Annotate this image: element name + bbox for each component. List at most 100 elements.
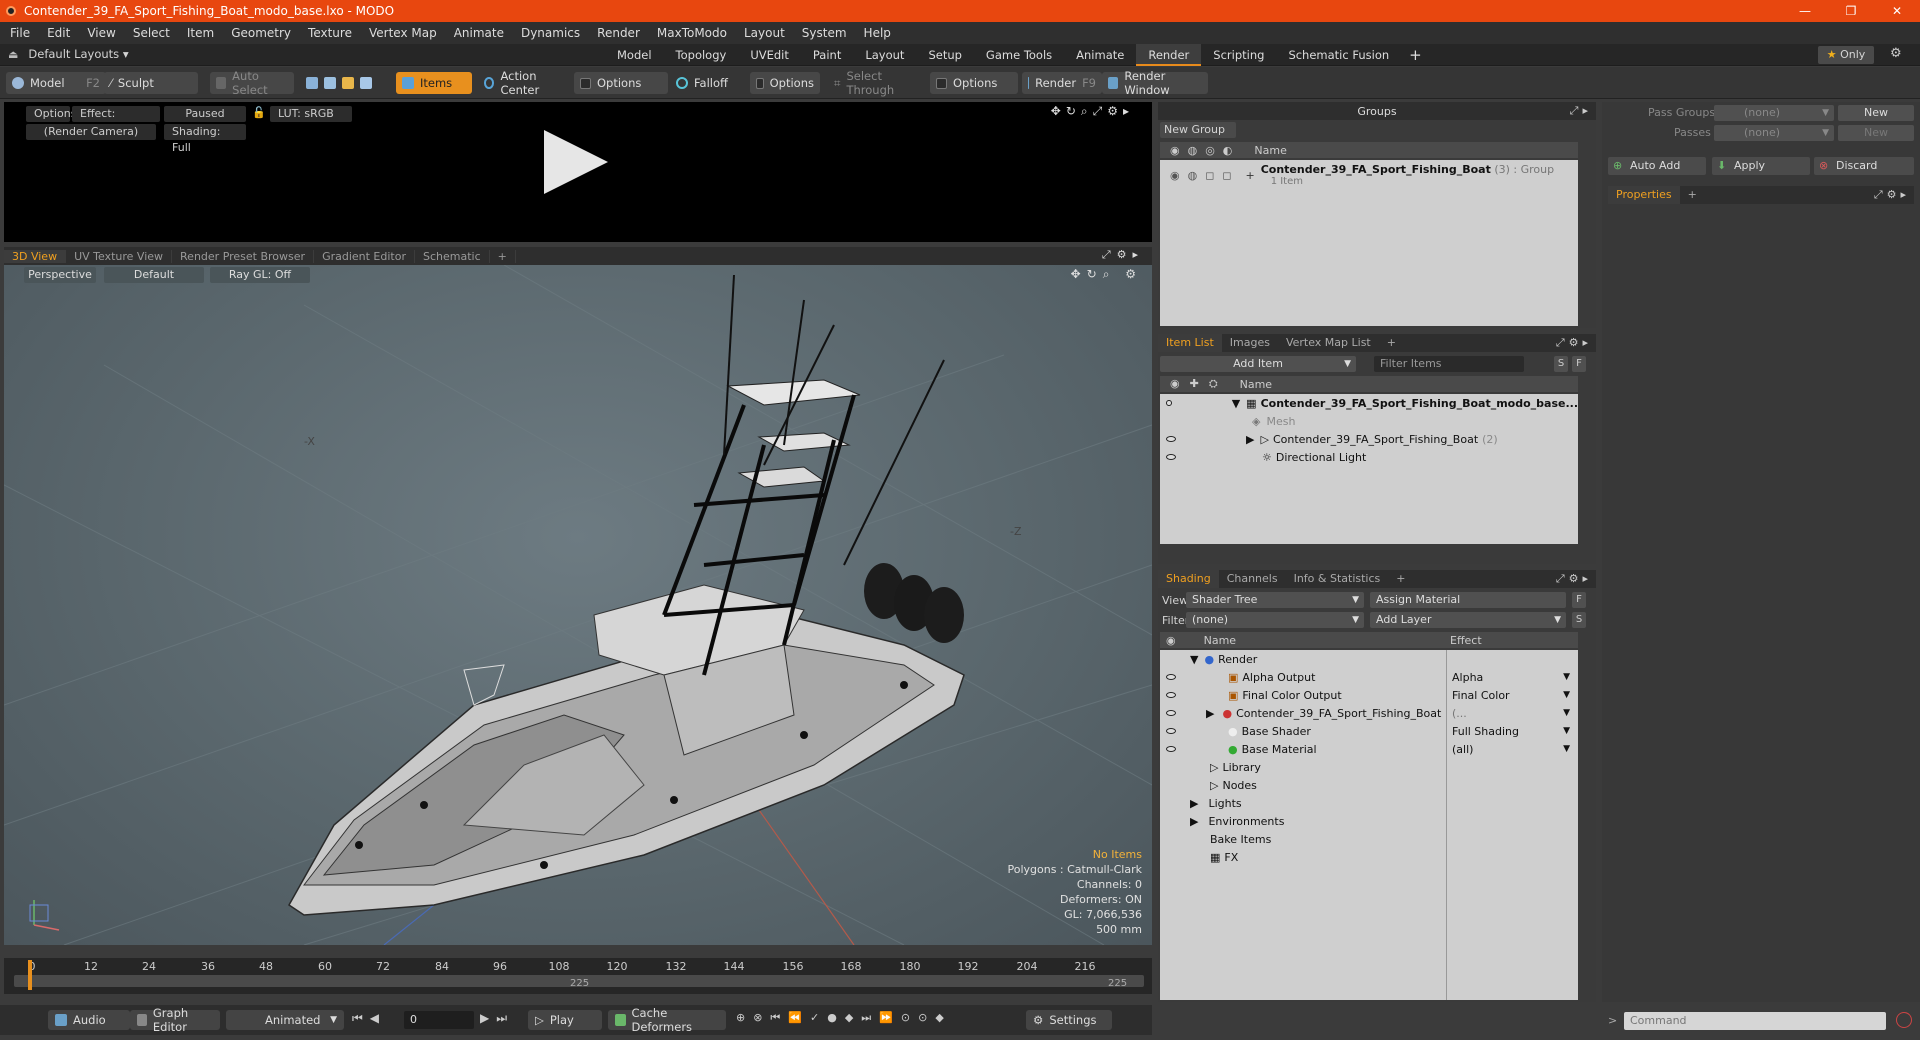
shader-row[interactable]: ▣ Final Color Output Final Color ▼ bbox=[1160, 686, 1578, 704]
render-window-button[interactable]: Render Window bbox=[1102, 69, 1208, 97]
shader-row[interactable]: ▶ Lights bbox=[1160, 794, 1578, 812]
play-button[interactable]: ▷ Play bbox=[528, 1010, 602, 1030]
list-item[interactable]: ◈ Mesh bbox=[1160, 412, 1578, 430]
settings-button[interactable]: ⚙ Settings bbox=[1026, 1010, 1112, 1030]
shader-row[interactable]: ▣ Alpha Output Alpha ▼ bbox=[1160, 668, 1578, 686]
shader-row[interactable]: ▷ Library bbox=[1160, 758, 1578, 776]
f-button[interactable]: F bbox=[1572, 592, 1586, 608]
menu-item[interactable]: Item bbox=[187, 26, 214, 40]
column-icons[interactable]: ◉✚⛭ bbox=[1170, 377, 1228, 391]
tab-schematic-fusion[interactable]: Schematic Fusion bbox=[1276, 44, 1401, 66]
add-tab-button[interactable]: + bbox=[1401, 44, 1430, 66]
tab-topology[interactable]: Topology bbox=[664, 44, 739, 66]
new-pass-button[interactable]: New bbox=[1838, 125, 1914, 141]
eye-icon[interactable] bbox=[1166, 674, 1176, 680]
layout-selector[interactable]: Default Layouts ▾ bbox=[28, 47, 128, 61]
options-button-3[interactable]: Options bbox=[930, 72, 1018, 94]
key-tools-icons[interactable]: ⊕⊗⏮⏪✓●◆⏭⏩⊙⊙◆ bbox=[736, 1011, 952, 1025]
command-input[interactable]: Command bbox=[1624, 1012, 1886, 1030]
tab-render-preset-browser[interactable]: Render Preset Browser bbox=[172, 249, 315, 263]
discard-button[interactable]: ⊗ Discard bbox=[1814, 157, 1914, 175]
menu-help[interactable]: Help bbox=[864, 26, 891, 40]
materials-mode-icon[interactable] bbox=[360, 77, 372, 89]
chevron-down-icon[interactable]: ▼ bbox=[1563, 708, 1570, 718]
select-through-button[interactable]: ⌗ Select Through bbox=[828, 69, 928, 97]
menu-vertex-map[interactable]: Vertex Map bbox=[369, 26, 437, 40]
timeline[interactable]: 0 12 24 36 48 60 72 84 96 108 120 132 14… bbox=[4, 958, 1152, 994]
expand-icon[interactable]: + bbox=[1245, 169, 1254, 182]
viewport-tab-icons[interactable]: ⤢⚙▸ bbox=[1102, 248, 1144, 262]
shader-row[interactable]: Bake Items bbox=[1160, 830, 1578, 848]
tab-paint[interactable]: Paint bbox=[801, 44, 853, 66]
tab-vertex-map-list[interactable]: Vertex Map List bbox=[1278, 334, 1379, 352]
polygons-mode-icon[interactable] bbox=[342, 77, 354, 89]
menu-view[interactable]: View bbox=[87, 26, 115, 40]
menu-dynamics[interactable]: Dynamics bbox=[521, 26, 580, 40]
3d-viewport[interactable]: -X -Z Perspective Default Ray GL: Off ✥↻… bbox=[4, 265, 1152, 945]
group-row[interactable]: ◉◍◻◻ + Contender_39_FA_Sport_Fishing_Boa… bbox=[1160, 160, 1578, 190]
audio-button[interactable]: Audio bbox=[48, 1010, 130, 1030]
shader-effect[interactable]: Final Color bbox=[1452, 689, 1510, 702]
items-mode-button[interactable]: Items bbox=[396, 72, 472, 94]
tab-render[interactable]: Render bbox=[1136, 44, 1202, 66]
vertices-mode-icon[interactable] bbox=[306, 77, 318, 89]
tab-layout[interactable]: Layout bbox=[853, 44, 916, 66]
tab-schematic[interactable]: Schematic bbox=[415, 249, 490, 263]
only-button[interactable]: ★ Only bbox=[1818, 46, 1874, 64]
item-list[interactable]: ▼ ▦ Contender_39_FA_Sport_Fishing_Boat_mod… bbox=[1160, 394, 1578, 544]
eye-icon[interactable] bbox=[1166, 436, 1176, 442]
transport-buttons-left[interactable]: ⏮◀ bbox=[352, 1011, 386, 1026]
groups-list[interactable]: ◉◍◻◻ + Contender_39_FA_Sport_Fishing_Boa… bbox=[1160, 160, 1578, 326]
preview-effect-dropdown[interactable]: Effect: (Shadi... bbox=[72, 106, 160, 136]
menu-select[interactable]: Select bbox=[133, 26, 170, 40]
chevron-down-icon[interactable]: ▼ bbox=[1563, 726, 1570, 736]
play-icon[interactable] bbox=[544, 130, 608, 194]
falloff-button[interactable]: Falloff bbox=[670, 72, 748, 94]
cache-deformers-button[interactable]: Cache Deformers bbox=[608, 1006, 726, 1034]
tab-model[interactable]: Model bbox=[605, 44, 664, 66]
shader-effect[interactable]: (... bbox=[1452, 707, 1467, 720]
tab-uvedit[interactable]: UVEdit bbox=[738, 44, 801, 66]
tab-3d-view[interactable]: 3D View bbox=[4, 249, 67, 263]
shader-row[interactable]: ▼ ● Render bbox=[1160, 650, 1578, 668]
shader-row[interactable]: ● Base Material (all) ▼ bbox=[1160, 740, 1578, 758]
preview-paused-button[interactable]: Paused bbox=[164, 106, 246, 122]
apply-button[interactable]: ⬇ Apply bbox=[1712, 157, 1810, 175]
add-item-dropdown[interactable]: Add Item ▼ bbox=[1160, 356, 1356, 372]
filter-dropdown[interactable]: (none) ▼ bbox=[1186, 612, 1364, 628]
tab-scripting[interactable]: Scripting bbox=[1201, 44, 1276, 66]
edges-mode-icon[interactable] bbox=[324, 77, 336, 89]
tab-images[interactable]: Images bbox=[1222, 334, 1278, 352]
menu-render[interactable]: Render bbox=[597, 26, 640, 40]
raygl-dropdown[interactable]: Ray GL: Off bbox=[210, 267, 310, 283]
menu-maxtomodo[interactable]: MaxToModo bbox=[657, 26, 727, 40]
collapse-icon[interactable]: ▼ bbox=[1232, 397, 1240, 410]
tab-animate[interactable]: Animate bbox=[1064, 44, 1136, 66]
menu-edit[interactable]: Edit bbox=[47, 26, 70, 40]
stop-icon[interactable] bbox=[1896, 1012, 1912, 1028]
options-button-1[interactable]: Options bbox=[574, 72, 668, 94]
chevron-down-icon[interactable]: ▼ bbox=[1563, 744, 1570, 754]
tab-info-statistics[interactable]: Info & Statistics bbox=[1286, 570, 1389, 588]
action-center-button[interactable]: Action Center bbox=[478, 69, 570, 97]
eye-icon[interactable] bbox=[1166, 454, 1176, 460]
expand-icon[interactable]: ▶ bbox=[1190, 797, 1198, 810]
sculpt-button[interactable]: ⁄ Sculpt bbox=[104, 72, 198, 94]
s-button[interactable]: S bbox=[1572, 612, 1586, 628]
tab-properties[interactable]: Properties bbox=[1608, 186, 1680, 204]
eye-icon[interactable] bbox=[1166, 710, 1176, 716]
panel-icons[interactable]: ⤢⚙▸ bbox=[1556, 572, 1592, 586]
list-item[interactable]: ▶ ▷ Contender_39_FA_Sport_Fishing_Boat (2) bbox=[1160, 430, 1578, 448]
shader-effect[interactable]: Alpha bbox=[1452, 671, 1483, 684]
minimize-button[interactable]: — bbox=[1782, 0, 1828, 22]
expand-icon[interactable]: ▶ bbox=[1246, 433, 1254, 446]
pass-groups-dropdown[interactable]: (none) ▼ bbox=[1714, 105, 1834, 121]
preview-lut-dropdown[interactable]: LUT: sRGB bbox=[270, 106, 352, 122]
new-pass-group-button[interactable]: New bbox=[1838, 105, 1914, 121]
menu-system[interactable]: System bbox=[802, 26, 847, 40]
shader-row[interactable]: ▦ FX bbox=[1160, 848, 1578, 866]
auto-select-button[interactable]: Auto Select bbox=[210, 69, 294, 97]
new-group-button[interactable]: New Group bbox=[1160, 122, 1236, 138]
perspective-dropdown[interactable]: Perspective bbox=[24, 267, 96, 283]
tab-gradient-editor[interactable]: Gradient Editor bbox=[314, 249, 415, 263]
